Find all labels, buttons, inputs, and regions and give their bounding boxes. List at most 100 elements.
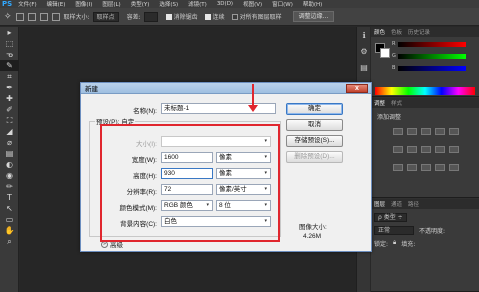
- tab-styles[interactable]: 样式: [391, 99, 402, 107]
- menu-window[interactable]: 窗口(W): [272, 0, 293, 8]
- cancel-button[interactable]: 取消: [286, 119, 343, 131]
- eyedropper-tool-icon[interactable]: ✒: [0, 82, 19, 93]
- contiguous-label: 连续: [212, 14, 225, 21]
- eraser-tool-icon[interactable]: ⌀: [0, 137, 19, 148]
- gradient-tool-icon[interactable]: ▤: [0, 148, 19, 159]
- antialias-checkbox[interactable]: [165, 13, 172, 20]
- add-selection-icon[interactable]: [27, 12, 36, 21]
- brightness-icon[interactable]: [393, 128, 403, 135]
- intersect-selection-icon[interactable]: [51, 12, 60, 21]
- opacity-label: 不透明度:: [419, 227, 446, 235]
- menu-select[interactable]: 选择(S): [159, 0, 178, 8]
- history-brush-tool-icon[interactable]: ◢: [0, 126, 19, 137]
- exposure-icon[interactable]: [435, 128, 445, 135]
- name-input[interactable]: 未标题-1: [161, 103, 276, 114]
- menu-layer[interactable]: 图层(L): [102, 0, 120, 8]
- delete-preset-button[interactable]: 删除预设(D)...: [286, 151, 343, 163]
- hue-icon[interactable]: [393, 146, 403, 153]
- crop-tool-icon[interactable]: ⌗: [0, 71, 19, 82]
- ok-button[interactable]: 确定: [286, 103, 343, 115]
- swatches-icon[interactable]: ▤: [357, 59, 371, 75]
- menu-file[interactable]: 文件(F): [18, 0, 36, 8]
- fill-label: 填充:: [401, 240, 416, 248]
- green-slider[interactable]: [398, 54, 466, 59]
- arrow-down-icon: [248, 105, 258, 112]
- pen-tool-icon[interactable]: ✏: [0, 181, 19, 192]
- path-select-tool-icon[interactable]: ↖: [0, 203, 19, 214]
- gradient-map-icon[interactable]: [435, 164, 445, 171]
- curves-icon[interactable]: [421, 128, 431, 135]
- blur-tool-icon[interactable]: ◐: [0, 159, 19, 170]
- menu-3d[interactable]: 3D(D): [217, 1, 233, 7]
- menu-type[interactable]: 类型(Y): [131, 0, 150, 8]
- healing-tool-icon[interactable]: ✚: [0, 93, 19, 104]
- tab-swatches[interactable]: 色板: [391, 28, 402, 36]
- subtract-selection-icon[interactable]: [39, 12, 48, 21]
- levels-icon[interactable]: [407, 128, 417, 135]
- dialog-titlebar[interactable]: 新建 x: [81, 83, 371, 94]
- tab-channels[interactable]: 通道: [391, 200, 402, 208]
- magic-wand-tool-icon[interactable]: ✧: [4, 12, 12, 22]
- right-panels: 颜色 色板 历史记录 R G B 调整 样式 添加调整 图层 通道 路径 ρ 类…: [371, 27, 479, 292]
- marquee-tool-icon[interactable]: ⬚: [0, 38, 19, 49]
- menu-edit[interactable]: 编辑(E): [47, 0, 66, 8]
- options-bar: ✧ 取样大小: 取样点 容差: 消除锯齿 连续 对所有图层取样 调整边缘...: [0, 8, 479, 26]
- new-selection-icon[interactable]: [15, 12, 24, 21]
- name-label: 名称(N):: [133, 108, 157, 115]
- shape-tool-icon[interactable]: ▭: [0, 214, 19, 225]
- menu-image[interactable]: 图像(I): [75, 0, 92, 8]
- menu-bar: PS 文件(F) 编辑(E) 图像(I) 图层(L) 类型(Y) 选择(S) 滤…: [0, 0, 479, 8]
- vibrance-icon[interactable]: [449, 128, 459, 135]
- move-tool-icon[interactable]: ▸: [0, 27, 19, 38]
- stamp-tool-icon[interactable]: ⛶: [0, 115, 19, 126]
- add-adjustment-label: 添加调整: [377, 114, 402, 121]
- brush-tool-icon[interactable]: ✐: [0, 104, 19, 115]
- adjustment-row-3: [393, 164, 459, 173]
- tools-panel: ▸ ⬚ ᓀ ✎ ⌗ ✒ ✚ ✐ ⛶ ◢ ⌀ ▤ ◐ ◉ ✏ T ↖ ▭ ✋ ⌕: [0, 27, 19, 292]
- tab-paths[interactable]: 路径: [408, 200, 419, 208]
- menu-filter[interactable]: 滤镜(T): [188, 0, 207, 8]
- zoom-tool-icon[interactable]: ⌕: [0, 236, 19, 247]
- red-slider[interactable]: [398, 42, 466, 47]
- threshold-icon[interactable]: [421, 164, 431, 171]
- layer-kind-filter[interactable]: ρ 类型 ÷: [374, 212, 407, 222]
- tolerance-input[interactable]: [143, 11, 158, 22]
- menu-view[interactable]: 视图(V): [243, 0, 262, 8]
- hand-tool-icon[interactable]: ✋: [0, 225, 19, 236]
- sample-size-select[interactable]: 取样点: [92, 11, 119, 22]
- all-layers-checkbox[interactable]: [231, 13, 238, 20]
- channel-mixer-icon[interactable]: [449, 146, 459, 153]
- refine-edge-button[interactable]: 调整边缘...: [292, 11, 335, 22]
- black-white-icon[interactable]: [421, 146, 431, 153]
- tab-history[interactable]: 历史记录: [408, 28, 430, 36]
- contiguous-checkbox[interactable]: [204, 13, 211, 20]
- info-icon[interactable]: ℹ: [357, 27, 371, 43]
- invert-icon[interactable]: [393, 164, 403, 171]
- color-balance-icon[interactable]: [407, 146, 417, 153]
- tab-adjustments[interactable]: 调整: [374, 99, 385, 107]
- photo-filter-icon[interactable]: [435, 146, 445, 153]
- tab-layers[interactable]: 图层: [374, 200, 385, 208]
- posterize-icon[interactable]: [407, 164, 417, 171]
- magic-wand-tool-icon[interactable]: ✎: [0, 60, 19, 71]
- background-color-swatch[interactable]: [380, 48, 390, 58]
- slider-g-label: G: [392, 53, 396, 59]
- image-size-value: 4.26M: [303, 233, 322, 240]
- color-spectrum[interactable]: [375, 87, 475, 95]
- selective-color-icon[interactable]: [449, 164, 459, 171]
- menu-help[interactable]: 帮助(H): [303, 0, 322, 8]
- lock-icon[interactable]: 🔒︎: [393, 239, 396, 247]
- color-panel: 颜色 色板 历史记录 R G B: [371, 27, 479, 97]
- dodge-tool-icon[interactable]: ◉: [0, 170, 19, 181]
- blend-mode-select[interactable]: 正常: [374, 225, 414, 235]
- adjustments-panel: 调整 样式 添加调整: [371, 98, 479, 198]
- close-button[interactable]: x: [346, 84, 368, 93]
- antialias-label: 消除锯齿: [173, 14, 198, 21]
- lasso-tool-icon[interactable]: ᓀ: [0, 49, 19, 60]
- blue-slider[interactable]: [398, 66, 466, 71]
- properties-icon[interactable]: ⚙: [357, 43, 371, 59]
- all-layers-label: 对所有图层取样: [239, 14, 282, 21]
- tab-color[interactable]: 颜色: [374, 28, 385, 36]
- type-tool-icon[interactable]: T: [0, 192, 19, 203]
- save-preset-button[interactable]: 存储预设(S)...: [286, 135, 343, 147]
